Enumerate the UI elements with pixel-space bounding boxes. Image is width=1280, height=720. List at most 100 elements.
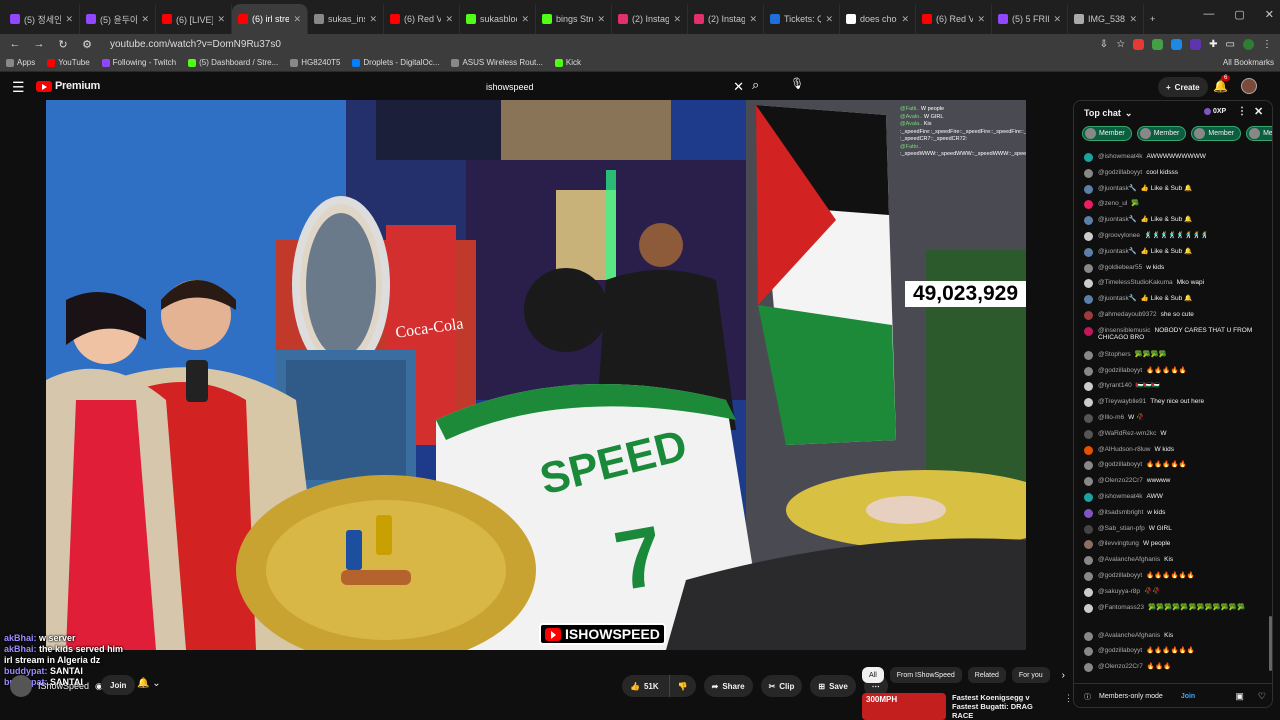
chat-author-avatar[interactable] [1084, 366, 1093, 376]
close-window-icon[interactable]: ✕ [1265, 8, 1274, 21]
create-button[interactable]: + Create [1158, 77, 1208, 97]
bookmark-item[interactable]: YouTube [47, 58, 90, 67]
chat-message[interactable]: @tyrant140 🇵🇸🇵🇸🇵🇸 [1084, 380, 1264, 396]
chat-message[interactable]: @juontask🔧 👍 Like & Sub 🔔 [1084, 214, 1264, 230]
chat-message[interactable]: @ishowmeat4k AWWWWWWWWW [1084, 151, 1264, 167]
chip-all[interactable]: All [862, 667, 884, 683]
more-icon[interactable]: ⋮ [1064, 693, 1073, 720]
chat-author-avatar[interactable] [1084, 445, 1093, 455]
chat-author-avatar[interactable] [1084, 350, 1093, 360]
chat-message[interactable]: @ishowmeat4k AWW [1084, 491, 1264, 507]
chat-author-name[interactable]: @ahmedayoub9372 [1098, 311, 1157, 318]
channel-info[interactable]: IShowSpeed ◉ [10, 675, 103, 697]
member-chip[interactable]: Member [1136, 126, 1187, 141]
chat-message[interactable]: @Olenzo22Cr7 wwwww [1084, 475, 1264, 491]
chat-author-avatar[interactable] [1084, 263, 1093, 273]
extension-icon[interactable] [1152, 38, 1164, 50]
chat-author-avatar[interactable] [1084, 461, 1093, 471]
chat-message[interactable]: @insensiblemusic NOBODY CARES THAT U FROM… [1084, 325, 1264, 349]
chat-author-avatar[interactable] [1084, 647, 1093, 657]
chat-author-name[interactable]: @ishowmeat4k [1098, 153, 1143, 160]
tab-close-icon[interactable]: ✕ [749, 14, 757, 25]
chat-author-name[interactable]: @groovylonee [1098, 232, 1140, 239]
chat-message[interactable]: @goldiebear55 w kids [1084, 262, 1264, 278]
chat-author-name[interactable]: @godzillaboyyt [1098, 367, 1142, 374]
browser-tab[interactable]: (5) 정세인 - Tw✕ [4, 4, 80, 34]
notifications-bell-icon[interactable]: 🔔 6 [1213, 75, 1231, 93]
rec-title[interactable]: Fastest Koenigsegg v Fastest Bugatti: DR… [952, 693, 1052, 720]
bookmark-item[interactable]: ASUS Wireless Rout... [451, 58, 543, 67]
chat-message[interactable]: @ilevvingtung W people [1084, 538, 1264, 554]
member-chip[interactable]: Mem [1246, 126, 1272, 141]
chat-author-avatar[interactable] [1084, 216, 1093, 226]
chat-author-avatar[interactable] [1084, 279, 1093, 289]
chat-author-name[interactable]: @WaRdRez-wm2kc [1098, 430, 1156, 437]
microphone-icon[interactable]: 🎙 [790, 77, 804, 90]
search-icon[interactable]: ⌕ [752, 77, 759, 93]
browser-tab[interactable]: (6) irl strea ✕ [232, 4, 308, 34]
all-bookmarks-link[interactable]: All Bookmarks [1223, 58, 1274, 67]
info-icon[interactable]: ⓘ [1084, 692, 1091, 702]
tab-close-icon[interactable]: ✕ [673, 14, 681, 25]
chip-from-channel[interactable]: From IShowSpeed [889, 667, 962, 683]
tab-close-icon[interactable]: ✕ [901, 14, 909, 25]
chat-author-name[interactable]: @godzillaboyyt [1098, 647, 1142, 654]
chevron-down-icon[interactable]: ⌄ [1125, 108, 1133, 119]
tab-close-icon[interactable]: ✕ [293, 14, 301, 25]
chat-message[interactable]: @Fantomass23 🥦🥦🥦🥦🥦🥦🥦🥦🥦🥦🥦🥦 [1084, 602, 1264, 630]
browser-tab[interactable]: sukas_insults_f ✕ [308, 4, 384, 34]
chat-message[interactable]: @TimelessStudioKakuma Mko wapi [1084, 277, 1264, 293]
chat-author-name[interactable]: @Olenzo22Cr7 [1098, 477, 1143, 484]
chat-message[interactable]: @Treywayblle91 They nice out here [1084, 396, 1264, 412]
browser-tab[interactable]: (6) [LIVE]직할✕ [156, 4, 232, 34]
clear-search-icon[interactable]: ✕ [733, 79, 744, 95]
chat-author-avatar[interactable] [1084, 413, 1093, 423]
browser-tab[interactable]: (2) Instagram✕ [688, 4, 764, 34]
chat-message[interactable]: @godzillaboyyt 🔥🔥🔥🔥🔥 [1084, 459, 1264, 475]
chat-author-avatar[interactable] [1084, 382, 1093, 392]
chat-author-avatar[interactable] [1084, 587, 1093, 597]
chat-message[interactable]: @AvalancheAfghanis Kis [1084, 630, 1264, 646]
tab-close-icon[interactable]: ✕ [521, 14, 529, 25]
chat-message[interactable]: @godzillaboyyt cool kidsss [1084, 167, 1264, 183]
chat-message[interactable]: @godzillaboyyt 🔥🔥🔥🔥🔥 [1084, 365, 1264, 381]
chat-author-avatar[interactable] [1084, 508, 1093, 518]
chat-author-avatar[interactable] [1084, 326, 1093, 336]
chat-author-avatar[interactable] [1084, 631, 1093, 641]
browser-tab[interactable]: sukasblood Str ✕ [460, 4, 536, 34]
chat-message[interactable]: @groovylonee 🕺🕺🕺🕺🕺🕺🕺🕺 [1084, 230, 1264, 246]
chat-author-avatar[interactable] [1084, 168, 1093, 178]
tab-close-icon[interactable]: ✕ [65, 14, 73, 25]
chat-author-name[interactable]: @juontask🔧 [1098, 216, 1137, 223]
browser-tab[interactable]: IMG_5383.jpg✕ [1068, 4, 1144, 34]
member-chip[interactable]: Member [1082, 126, 1132, 141]
chat-author-name[interactable]: @TimelessStudioKakuma [1098, 279, 1173, 286]
browser-tab[interactable]: bings Stream - ✕ [536, 4, 612, 34]
reload-icon[interactable]: ↻ [56, 38, 70, 51]
search-input[interactable]: ishowspeed ✕ [478, 75, 748, 99]
chat-author-name[interactable]: @goldiebear55 [1098, 264, 1142, 271]
chat-author-name[interactable]: @Sab_stian-pfp [1098, 525, 1145, 532]
chat-message[interactable]: @ahmedayoub9372 she so cute [1084, 309, 1264, 325]
chat-author-name[interactable]: @juontask🔧 [1098, 295, 1137, 302]
youtube-logo[interactable]: Premium [36, 80, 100, 92]
bookmark-item[interactable]: (5) Dashboard / Stre... [188, 58, 278, 67]
install-icon[interactable]: ⇩ [1100, 39, 1108, 50]
chat-message[interactable]: @AlHudson-r8luw W kids [1084, 444, 1264, 460]
tab-close-icon[interactable]: ✕ [217, 14, 225, 25]
chat-author-avatar[interactable] [1084, 663, 1093, 673]
chat-author-name[interactable]: @tyrant140 [1098, 382, 1132, 389]
maximize-icon[interactable]: ▢ [1234, 8, 1244, 21]
save-button[interactable]: ⊞ Save [810, 675, 856, 697]
chat-author-avatar[interactable] [1084, 540, 1093, 550]
chat-message[interactable]: @Sab_stian-pfp W GIRL [1084, 523, 1264, 539]
tab-close-icon[interactable]: ✕ [445, 14, 453, 25]
chat-author-name[interactable]: @godzillaboyyt [1098, 572, 1142, 579]
chat-author-name[interactable]: @Treywayblle91 [1098, 398, 1146, 405]
bookmark-item[interactable]: Following - Twitch [101, 58, 176, 67]
chat-author-avatar[interactable] [1084, 429, 1093, 439]
chat-author-avatar[interactable] [1084, 398, 1093, 408]
tab-close-icon[interactable]: ✕ [977, 14, 985, 25]
hamburger-menu-icon[interactable]: ☰ [12, 79, 25, 96]
chat-author-avatar[interactable] [1084, 524, 1093, 534]
